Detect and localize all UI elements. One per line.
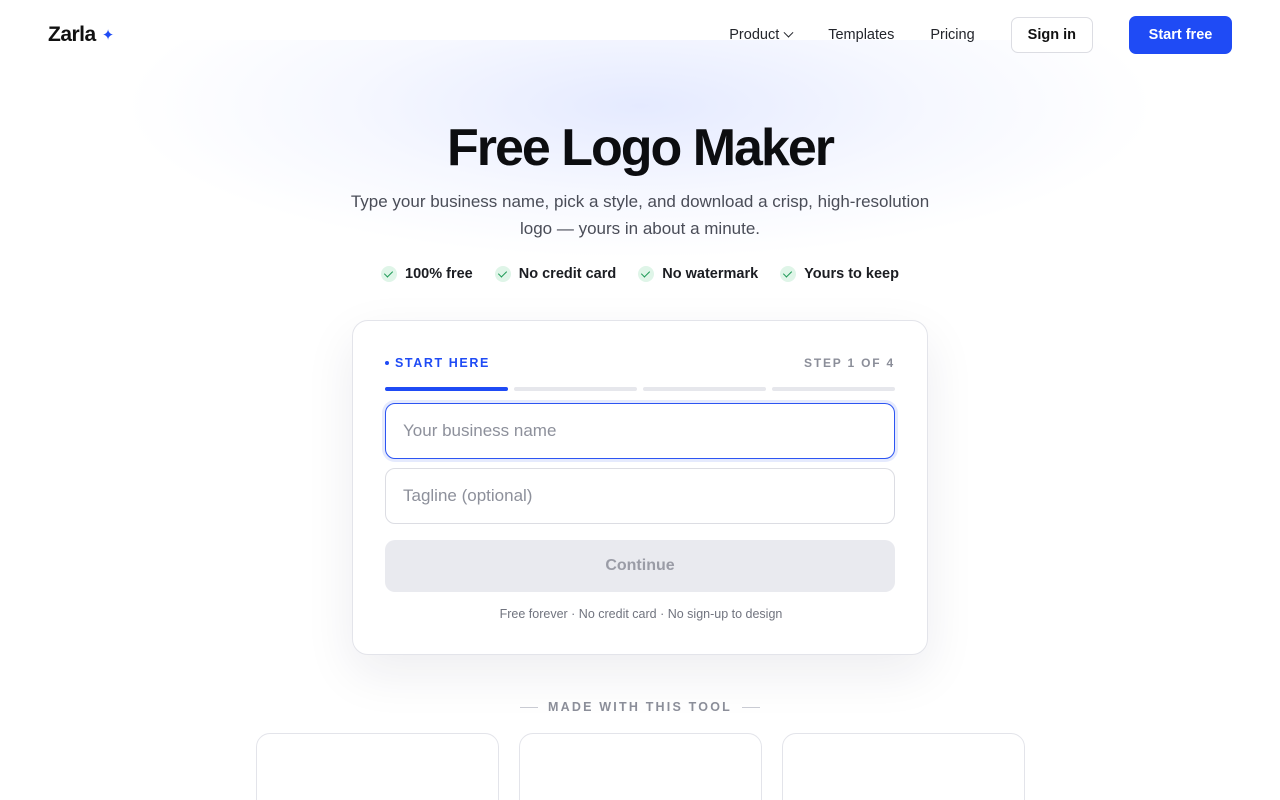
check-icon (381, 266, 398, 282)
brand-logo[interactable]: Zarla ✦ (48, 23, 114, 47)
perk-label: Yours to keep (804, 266, 899, 282)
step-progress-bar (385, 387, 895, 391)
perk-item: 100% free (381, 266, 473, 282)
form-footnote: Free forever · No credit card · No sign-… (499, 607, 783, 621)
nav-templates[interactable]: Templates (828, 27, 894, 43)
perk-label: No credit card (518, 266, 617, 282)
start-here-text: START HERE (395, 356, 490, 370)
form-step-header: START HERE STEP 1 OF 4 (385, 356, 895, 370)
continue-button[interactable]: Continue (385, 540, 895, 592)
step-counter: STEP 1 OF 4 (804, 356, 895, 370)
site-header: Zarla ✦ Product Templates Pricing Sign i… (0, 0, 1280, 70)
nav-product[interactable]: Product (729, 27, 794, 43)
showcase-card[interactable] (782, 733, 1025, 800)
sparkle-icon: ✦ (101, 26, 115, 44)
showcase-heading: MADE WITH THIS TOOL (0, 700, 1280, 714)
logo-maker-form-card: START HERE STEP 1 OF 4 Continue Free for… (352, 320, 928, 655)
progress-segment (643, 387, 766, 391)
business-name-input[interactable] (385, 403, 895, 459)
perk-label: 100% free (405, 266, 473, 282)
showcase-card[interactable] (256, 733, 499, 800)
divider-line (741, 706, 760, 708)
perk-label: No watermark (662, 266, 759, 282)
brand-name: Zarla (48, 23, 96, 46)
progress-segment (385, 387, 508, 391)
perk-item: No watermark (638, 266, 758, 282)
nav-pricing[interactable]: Pricing (930, 27, 974, 43)
check-icon (494, 266, 511, 282)
tagline-input[interactable] (385, 468, 895, 524)
nav-product-label: Product (729, 27, 780, 43)
chevron-down-icon (783, 27, 794, 38)
main-nav: Product Templates Pricing Sign in Start … (729, 16, 1232, 54)
showcase-gallery (256, 733, 1025, 800)
sign-in-button[interactable]: Sign in (1010, 17, 1093, 53)
dot-icon (385, 361, 389, 365)
divider-line (520, 706, 539, 708)
progress-segment (772, 387, 895, 391)
perk-list: 100% free No credit card No watermark Yo… (0, 266, 1280, 282)
perk-item: Yours to keep (780, 266, 899, 282)
page-title: Free Logo Maker (446, 119, 835, 177)
progress-segment (514, 387, 637, 391)
page-subtitle: Type your business name, pick a style, a… (350, 192, 930, 238)
start-free-button[interactable]: Start free (1129, 16, 1232, 54)
check-icon (780, 266, 797, 282)
showcase-card[interactable] (519, 733, 762, 800)
showcase-heading-text: MADE WITH THIS TOOL (548, 700, 732, 714)
perk-item: No credit card (494, 266, 617, 282)
start-here-label: START HERE (385, 356, 490, 370)
check-icon (638, 266, 655, 282)
